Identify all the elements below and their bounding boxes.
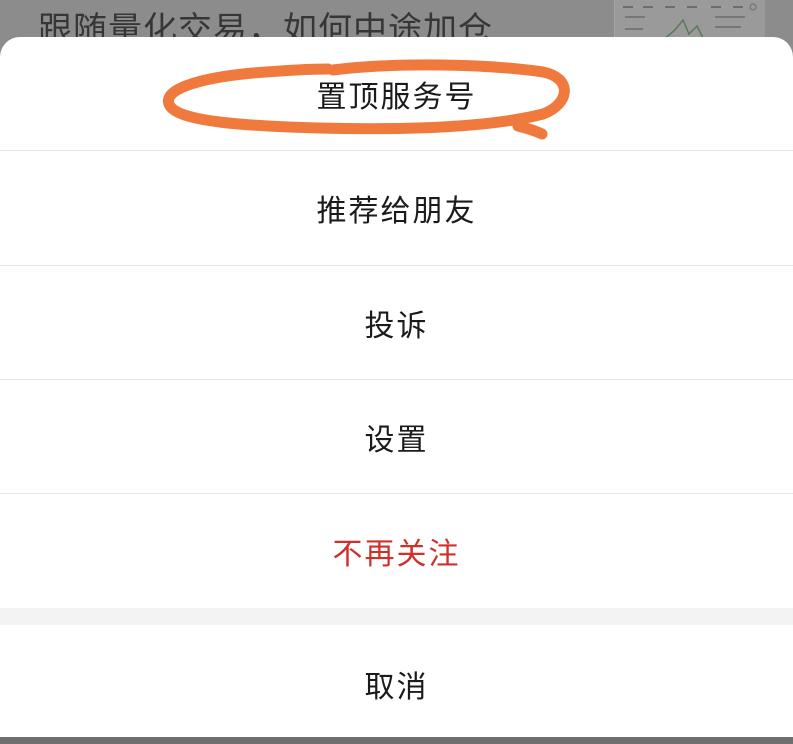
section-gap	[0, 608, 793, 625]
cancel-button[interactable]: 取消	[0, 627, 793, 741]
unfollow-button[interactable]: 不再关注	[0, 494, 793, 608]
bottom-edge	[0, 737, 793, 744]
settings-button[interactable]: 设置	[0, 380, 793, 494]
report-button[interactable]: 投诉	[0, 266, 793, 380]
recommend-to-friend-button[interactable]: 推荐给朋友	[0, 151, 793, 265]
action-sheet: 置顶服务号 推荐给朋友 投诉 设置 不再关注 取消	[0, 37, 793, 744]
pin-account-button[interactable]: 置顶服务号	[0, 37, 793, 151]
